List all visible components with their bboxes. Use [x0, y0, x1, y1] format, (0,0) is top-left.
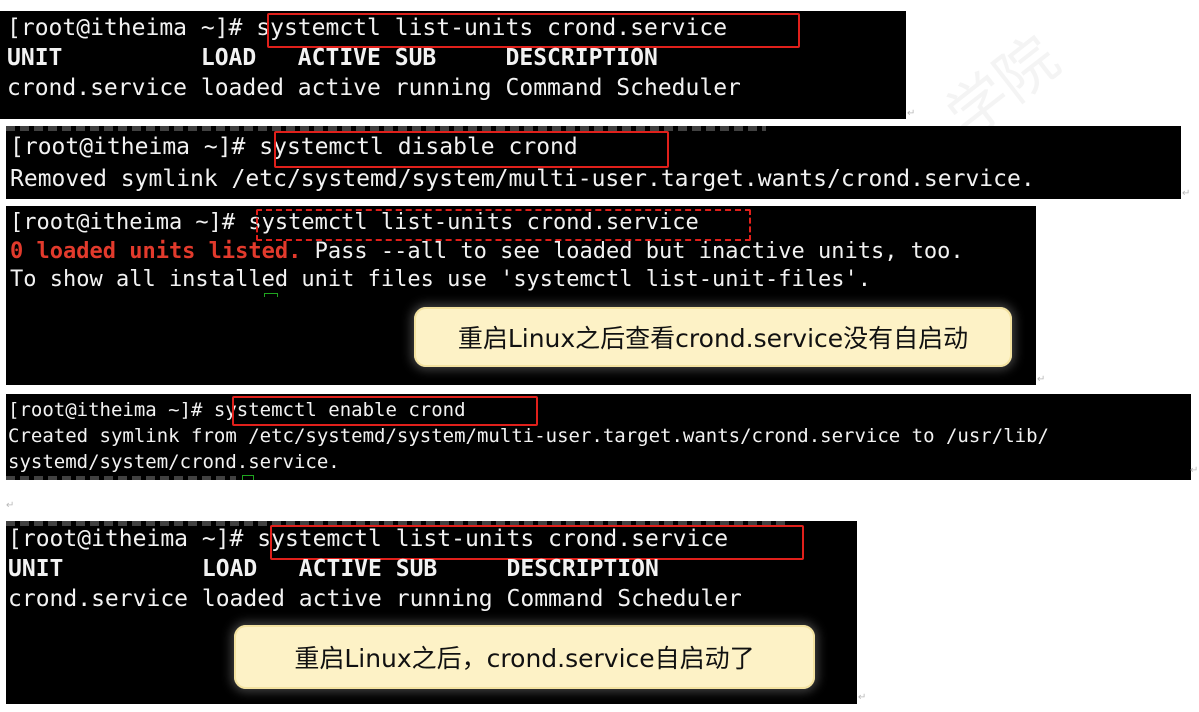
terminal-block-5: [root@itheima ~]# systemctl list-units c… [6, 521, 857, 704]
paragraph-mark: ↵ [858, 692, 867, 703]
terminal-cursor [264, 293, 278, 297]
prompt: [root@itheima ~]# [7, 15, 257, 41]
prompt: [root@itheima ~]# [10, 210, 249, 235]
command-highlight-box [256, 209, 751, 241]
annotation-callout: 重启Linux之后查看crond.service没有自启动 [414, 307, 1012, 367]
prompt: [root@itheima ~]# [8, 399, 214, 421]
command-highlight-box [232, 396, 538, 426]
prompt: [root@itheima ~]# [10, 134, 260, 160]
output-line: 0 loaded units listed. Pass --all to see… [10, 239, 964, 264]
output-line: UNIT LOAD ACTIVE SUB DESCRIPTION [8, 556, 659, 582]
paragraph-mark: ↵ [1190, 465, 1199, 476]
command-highlight-box [270, 525, 804, 560]
paragraph-mark: ↵ [6, 500, 15, 511]
output-line: UNIT LOAD ACTIVE SUB DESCRIPTION [7, 45, 658, 71]
prompt: [root@itheima ~]# [8, 526, 258, 552]
output-line: systemd/system/crond.service. [8, 451, 340, 473]
output-line: To show all installed unit files use 'sy… [10, 267, 871, 292]
annotation-callout: 重启Linux之后，crond.service自启动了 [234, 625, 815, 689]
output-line: crond.service loaded active running Comm… [7, 75, 741, 101]
output-line: Created symlink from /etc/systemd/system… [8, 425, 1049, 447]
terminal-block-3: [root@itheima ~]# systemctl list-units c… [6, 206, 1036, 385]
error-text: 0 loaded units listed. [10, 239, 302, 264]
paragraph-mark: ↵ [907, 108, 916, 119]
paragraph-mark: ↵ [1182, 188, 1191, 199]
command-highlight-box [274, 131, 669, 168]
output-line: crond.service loaded active running Comm… [8, 586, 742, 612]
output-line: Removed symlink /etc/systemd/system/mult… [10, 166, 1035, 192]
terminal-block-4: [root@itheima ~]# systemctl enable crond… [6, 394, 1191, 480]
terminal-block-1: [root@itheima ~]# systemctl list-units c… [0, 11, 906, 119]
output-text: Pass --all to see loaded but inactive un… [301, 239, 964, 264]
scroll-artifact [6, 476, 236, 480]
paragraph-mark: ↵ [1037, 374, 1046, 385]
command-highlight-box [267, 13, 800, 48]
terminal-cursor [242, 475, 254, 480]
terminal-block-2: [root@itheima ~]# systemctl disable cron… [6, 126, 1181, 199]
